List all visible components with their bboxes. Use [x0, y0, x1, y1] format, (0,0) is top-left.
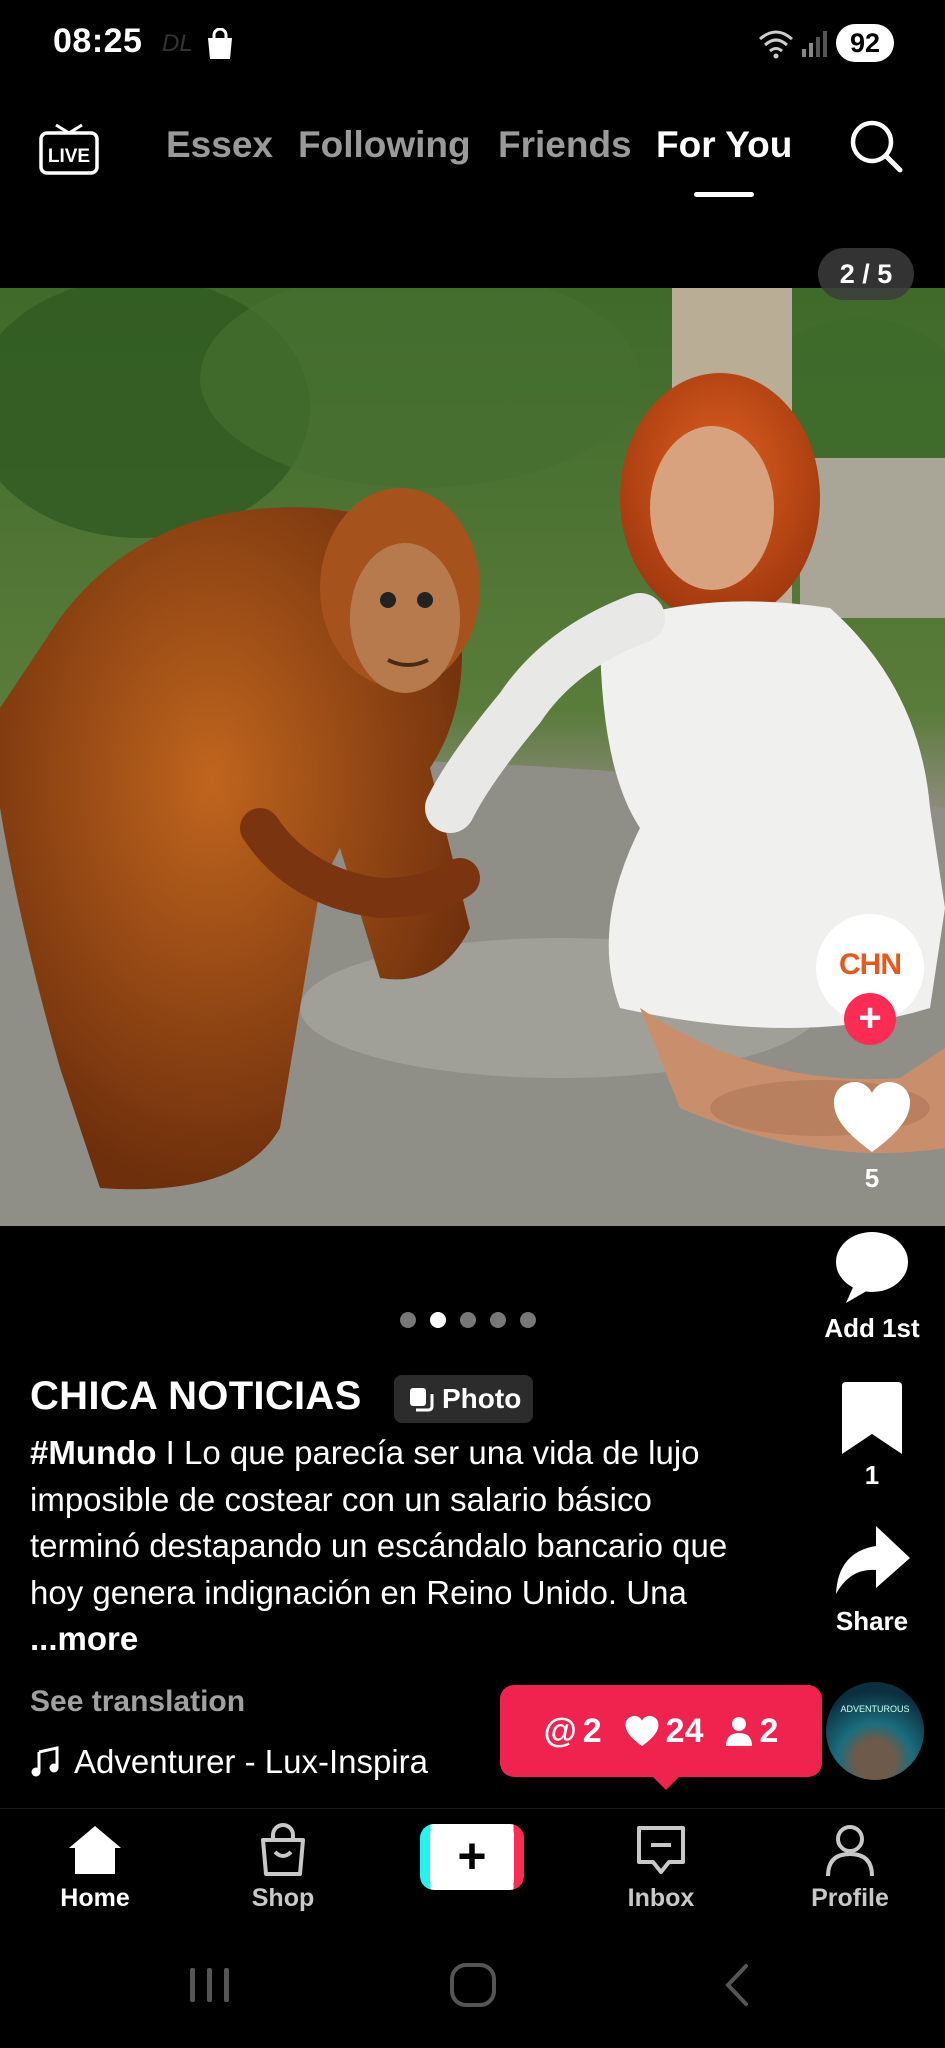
heart-icon[interactable]: [832, 1080, 912, 1160]
follow-button[interactable]: +: [844, 993, 896, 1045]
shop-bag-icon: [261, 1823, 305, 1876]
heart-icon: [625, 1715, 659, 1747]
music-disc[interactable]: ADVENTUROUS: [826, 1682, 924, 1780]
wifi-icon: [759, 30, 793, 59]
profile-icon: [826, 1825, 874, 1877]
activity-notification[interactable]: @ 2 24 2: [500, 1685, 822, 1777]
post-photo-image: [0, 288, 945, 1226]
battery-indicator: 92: [836, 24, 894, 62]
notification-pointer: [650, 1774, 682, 1790]
likes-count-item: 24: [624, 1711, 704, 1751]
more-link[interactable]: ...more: [30, 1620, 138, 1657]
comment-count: Add 1st: [824, 1313, 920, 1343]
bookmark-count: 1: [864, 1460, 880, 1490]
comment-icon[interactable]: [832, 1227, 912, 1307]
tab-for-you[interactable]: For You: [656, 124, 792, 166]
create-button[interactable]: +: [420, 1824, 524, 1890]
carousel-dot: [400, 1312, 416, 1328]
mentions-count: 2: [582, 1711, 602, 1750]
carousel-dot: [520, 1312, 536, 1328]
status-carrier-mark: DL: [162, 30, 193, 57]
tab-friends[interactable]: Friends: [498, 124, 632, 166]
followers-count-item: 2: [725, 1712, 778, 1751]
post-caption[interactable]: #Mundo I Lo que parecía ser una vida de …: [30, 1430, 750, 1663]
status-time: 08:25: [53, 22, 143, 60]
nav-home-label: Home: [60, 1884, 130, 1912]
nav-shop-label: Shop: [251, 1884, 315, 1912]
inbox-icon: [637, 1826, 685, 1874]
nav-shop[interactable]: Shop: [213, 1822, 353, 1913]
likes-count: 24: [665, 1711, 704, 1750]
carousel-dot: [460, 1312, 476, 1328]
author-name[interactable]: CHICA NOTICIAS: [30, 1374, 362, 1419]
photo-badge: Photo: [394, 1375, 534, 1423]
shopping-bag-icon: [208, 28, 232, 59]
music-title: Adventurer - Lux-Inspira: [74, 1743, 428, 1780]
nav-profile-label: Profile: [811, 1884, 889, 1912]
nav-profile[interactable]: Profile: [780, 1822, 920, 1913]
share-icon[interactable]: [832, 1522, 912, 1602]
mention-icon: @: [543, 1711, 577, 1750]
mentions-count-item: @ 2: [544, 1712, 602, 1751]
search-icon[interactable]: [848, 118, 904, 174]
nav-home[interactable]: Home: [25, 1822, 165, 1913]
nav-inbox[interactable]: Inbox: [591, 1822, 731, 1913]
photo-counter: 2 / 5: [818, 248, 914, 300]
music-note-icon: [31, 1746, 59, 1777]
share-label: Share: [835, 1606, 909, 1636]
signal-icon: [802, 31, 827, 57]
tab-essex[interactable]: Essex: [166, 124, 273, 166]
followers-count: 2: [759, 1711, 779, 1750]
nav-inbox-label: Inbox: [627, 1884, 695, 1912]
bookmark-icon[interactable]: [832, 1378, 912, 1458]
caption-hashtag[interactable]: #Mundo: [30, 1434, 156, 1471]
carousel-dots: [400, 1312, 545, 1330]
carousel-dot: [490, 1312, 506, 1328]
carousel-dot-active: [430, 1312, 446, 1328]
music-disc-label: ADVENTUROUS: [840, 1704, 910, 1714]
photo-badge-label: Photo: [442, 1383, 522, 1414]
see-translation-link[interactable]: See translation: [30, 1685, 245, 1719]
home-icon: [69, 1826, 121, 1874]
recent-apps-icon[interactable]: [180, 1960, 240, 2010]
tab-following[interactable]: Following: [298, 124, 471, 166]
svg-text:LIVE: LIVE: [48, 146, 90, 167]
photo-stack-icon: [410, 1388, 434, 1412]
person-icon: [726, 1717, 753, 1746]
music-track[interactable]: Adventurer - Lux-Inspira: [30, 1743, 428, 1781]
like-count: 5: [864, 1163, 880, 1193]
live-icon[interactable]: LIVE: [38, 115, 100, 177]
active-tab-indicator: [694, 192, 754, 197]
home-system-icon[interactable]: [443, 1960, 503, 2010]
back-icon[interactable]: [710, 1960, 770, 2010]
creator-avatar-logo: CHN: [839, 948, 902, 981]
plus-icon: +: [430, 1824, 514, 1890]
post-photo[interactable]: [0, 288, 945, 1226]
